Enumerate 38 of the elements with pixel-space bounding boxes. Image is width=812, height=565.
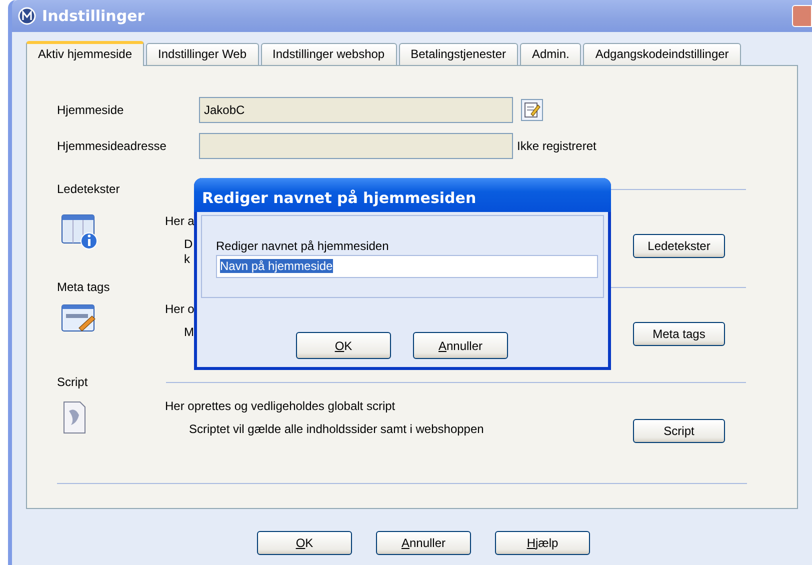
- field-label: Hjemmesideadresse: [57, 138, 168, 154]
- text-field[interactable]: JakobC: [199, 96, 513, 122]
- description-text: D: [184, 237, 193, 251]
- window-title: Indstillinger: [42, 6, 145, 27]
- script-scroll-icon: [61, 399, 87, 435]
- tag-window-pen-icon: [61, 304, 97, 334]
- dialog-button[interactable]: OK: [257, 531, 352, 555]
- tab[interactable]: Indstillinger Web: [146, 43, 259, 65]
- edit-note-icon[interactable]: [521, 98, 543, 120]
- text-field[interactable]: [199, 132, 513, 158]
- dialog-button[interactable]: Annuller: [376, 531, 471, 555]
- field-label: Hjemmeside: [57, 102, 125, 118]
- description-text: Her a: [165, 214, 194, 228]
- app-logo-icon: [18, 7, 36, 25]
- description-text: Her oprettes og vedligeholdes globalt script: [165, 399, 396, 413]
- section-title: Ledetekster: [57, 181, 120, 198]
- description-text: k: [184, 252, 190, 266]
- tab[interactable]: Aktiv hjemmeside: [26, 41, 144, 66]
- dialog-title: Rediger navnet på hjemmesiden: [194, 178, 611, 212]
- tab[interactable]: Betalingstjenester: [398, 43, 518, 65]
- dialog-button[interactable]: OK: [296, 332, 391, 359]
- section-button[interactable]: Meta tags: [633, 322, 725, 346]
- section-title: Meta tags: [57, 279, 110, 296]
- field-label: Rediger navnet på hjemmesiden: [216, 238, 390, 255]
- description-text: Her o: [165, 302, 194, 316]
- tab[interactable]: Adgangskodeindstillinger: [583, 43, 741, 65]
- name-input[interactable]: Navn på hjemmeside: [216, 255, 598, 278]
- status-text: Ikke registreret: [517, 138, 596, 154]
- tab[interactable]: Admin.: [520, 43, 582, 65]
- tab[interactable]: Indstillinger webshop: [260, 43, 397, 65]
- close-button[interactable]: [792, 5, 812, 27]
- section-button[interactable]: Ledetekster: [633, 234, 725, 258]
- description-text: M: [184, 325, 194, 339]
- dialog-button[interactable]: Hjælp: [495, 531, 590, 555]
- section-title: Script: [57, 374, 88, 391]
- dialog-button[interactable]: Annuller: [413, 332, 508, 359]
- section-button[interactable]: Script: [633, 419, 725, 443]
- description-text: Scriptet vil gælde alle indholdssider samt i webshoppen: [189, 422, 484, 436]
